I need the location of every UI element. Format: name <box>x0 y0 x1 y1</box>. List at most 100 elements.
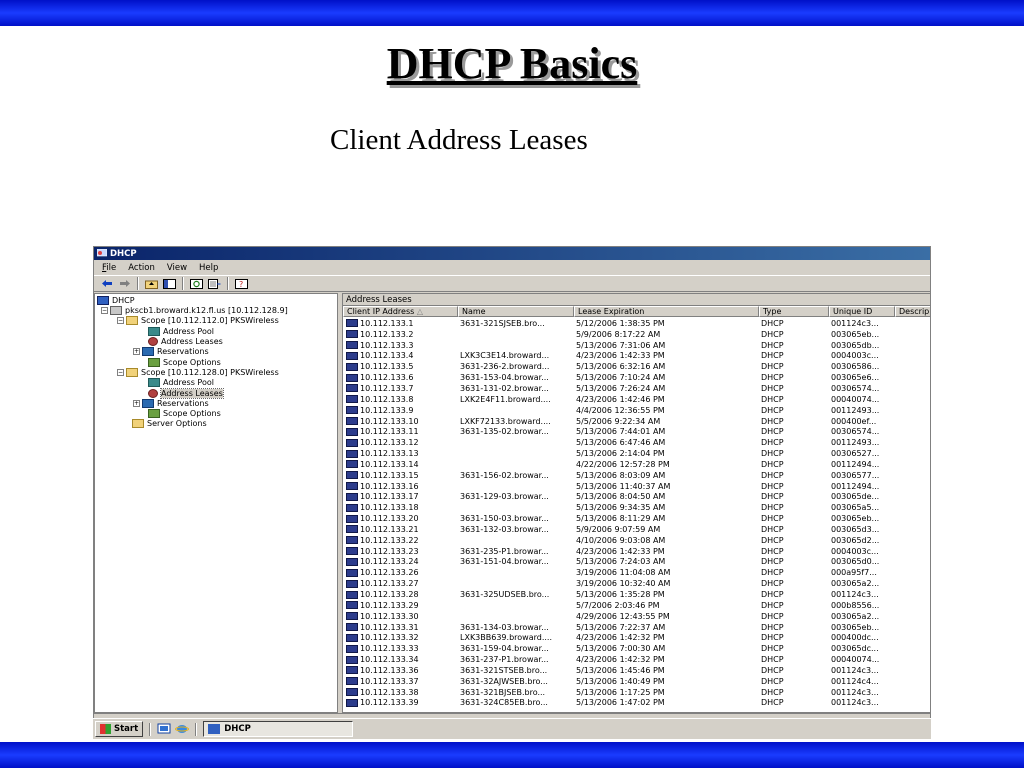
expand-toggle[interactable]: + <box>133 399 140 407</box>
lease-row[interactable]: 10.112.133.21 3631-132-03.browar... 5/9/20… <box>343 524 930 535</box>
lease-row[interactable]: 10.112.133.2 5/9/2006 8:17:22 AM DHCP 00306… <box>343 329 930 340</box>
lease-row[interactable]: 10.112.133.16 5/13/2006 11:40:37 AM DHCP 00… <box>343 481 930 492</box>
tree-item-server-options[interactable]: Server Options <box>132 419 207 429</box>
lease-row[interactable]: 10.112.133.30 4/29/2006 12:43:55 PM DHCP 00… <box>343 611 930 622</box>
tree-item-dhcp-root[interactable]: DHCP <box>97 295 135 305</box>
lease-row[interactable]: 10.112.133.10 LXKF72133.broward.... 5/5/20… <box>343 416 930 427</box>
show-desktop-icon[interactable] <box>157 723 171 735</box>
column-header-name[interactable]: Name <box>458 306 574 317</box>
lease-cell-ip: 10.112.133.28 <box>343 590 458 599</box>
lease-row[interactable]: 10.112.133.29 5/7/2006 2:03:46 PM DHCP 000b… <box>343 600 930 611</box>
menu-action[interactable]: Action <box>128 263 155 273</box>
menu-help[interactable]: Help <box>199 263 218 273</box>
lease-cell-ip: 10.112.133.14 <box>343 460 458 469</box>
lease-row[interactable]: 10.112.133.8 LXK2E4F11.broward.... 4/23/20… <box>343 394 930 405</box>
tree-item-scope-112[interactable]: − Scope [10.112.112.0] PKSWireless <box>117 316 279 326</box>
toolbar-separator <box>182 277 184 290</box>
lease-row[interactable]: 10.112.133.28 3631-325UDSEB.bro... 5/13/20… <box>343 589 930 600</box>
expand-toggle[interactable]: + <box>133 348 140 356</box>
lease-cell-text: 10.112.133.10 <box>360 416 419 426</box>
tree-item-server[interactable]: − pkscb1.broward.k12.fl.us [10.112.128.9… <box>101 305 288 315</box>
lease-row[interactable]: 10.112.133.36 3631-321STSEB.bro... 5/13/20… <box>343 665 930 676</box>
column-header-type[interactable]: Type <box>759 306 829 317</box>
lease-cell-expiration: 4/4/2006 12:36:55 PM <box>576 405 665 415</box>
tree-item-reservations[interactable]: + Reservations <box>133 398 209 408</box>
refresh-icon[interactable] <box>189 277 204 290</box>
lease-row[interactable]: 10.112.133.24 3631-151-04.browar... 5/13/2… <box>343 557 930 568</box>
up-folder-icon[interactable] <box>144 277 159 290</box>
lease-row[interactable]: 10.112.133.13 5/13/2006 2:14:04 PM DHCP 003… <box>343 448 930 459</box>
tree-item-scope-options[interactable]: Scope Options <box>148 409 221 419</box>
back-arrow-icon[interactable] <box>99 277 114 290</box>
lease-cell-type: DHCP <box>761 373 784 383</box>
lease-cell-expiration: 3/19/2006 10:32:40 AM <box>576 579 671 589</box>
lease-row[interactable]: 10.112.133.18 5/13/2006 9:34:35 AM DHCP 003… <box>343 502 930 513</box>
lease-cell-text: 10.112.133.31 <box>360 622 419 632</box>
computer-icon <box>346 514 358 523</box>
lease-row[interactable]: 10.112.133.22 4/10/2006 9:03:08 AM DHCP 003… <box>343 535 930 546</box>
help-icon[interactable]: ? <box>234 277 249 290</box>
lease-cell-unique-id: 003065a5... <box>831 503 880 513</box>
toolbar: ? <box>94 275 930 292</box>
lease-row[interactable]: 10.112.133.9 4/4/2006 12:36:55 PM DHCP 0011… <box>343 405 930 416</box>
collapse-toggle[interactable]: − <box>101 306 108 314</box>
lease-row[interactable]: 10.112.133.37 3631-32AJWSEB.bro... 5/13/20… <box>343 676 930 687</box>
lease-cell-unique-id: 00306577... <box>831 470 880 480</box>
lease-cell-unique-id: 003065a2... <box>831 579 880 589</box>
lease-row[interactable]: 10.112.133.38 3631-321BJSEB.bro... 5/13/20… <box>343 687 930 698</box>
lease-row[interactable]: 10.112.133.6 3631-153-04.browar... 5/13/20… <box>343 372 930 383</box>
tree-item-scope-128[interactable]: − Scope [10.112.128.0] PKSWireless <box>117 367 279 377</box>
lease-row[interactable]: 10.112.133.33 3631-159-04.browar... 5/13/2… <box>343 643 930 654</box>
forward-arrow-icon[interactable] <box>117 277 132 290</box>
lease-row[interactable]: 10.112.133.39 3631-324C85EB.bro... 5/13/20… <box>343 698 930 709</box>
lease-row[interactable]: 10.112.133.15 3631-156-02.browar... 5/13/2… <box>343 470 930 481</box>
tree-item-address-pool[interactable]: Address Pool <box>148 378 214 388</box>
lease-cell-expiration: 5/13/2006 1:47:02 PM <box>576 698 665 708</box>
lease-cell-ip: 10.112.133.16 <box>343 482 458 491</box>
show-hide-tree-icon[interactable] <box>162 277 177 290</box>
taskbar-button-dhcp[interactable]: DHCP <box>203 721 354 737</box>
lease-row[interactable]: 10.112.133.32 LXK3BB639.broward.... 4/23/2… <box>343 632 930 643</box>
computer-icon <box>346 427 358 436</box>
column-header-unique-id[interactable]: Unique ID <box>829 306 895 317</box>
lease-cell-text: 10.112.133.37 <box>360 676 419 686</box>
lease-row[interactable]: 10.112.133.14 4/22/2006 12:57:28 PM DHCP 00… <box>343 459 930 470</box>
lease-row[interactable]: 10.112.133.1 3631-321SJSEB.bro... 5/12/200… <box>343 318 930 329</box>
lease-row[interactable]: 10.112.133.27 3/19/2006 10:32:40 AM DHCP 00… <box>343 578 930 589</box>
tree-item-scope-options[interactable]: Scope Options <box>148 357 221 367</box>
lease-cell-text: 10.112.133.4 <box>360 351 414 361</box>
menu-file[interactable]: File <box>102 263 116 273</box>
lease-row[interactable]: 10.112.133.31 3631-134-03.browar... 5/13/2… <box>343 622 930 633</box>
collapse-toggle[interactable]: − <box>117 368 124 376</box>
lease-cell-expiration: 5/12/2006 1:38:35 PM <box>576 318 665 328</box>
lease-row[interactable]: 10.112.133.3 5/13/2006 7:31:06 AM DHCP 0030… <box>343 340 930 351</box>
lease-row[interactable]: 10.112.133.26 3/19/2006 11:04:08 AM DHCP 00… <box>343 567 930 578</box>
lease-cell-unique-id: 00040074... <box>831 655 880 665</box>
lease-row[interactable]: 10.112.133.12 5/13/2006 6:47:46 AM DHCP 001… <box>343 437 930 448</box>
tree-item-address-pool[interactable]: Address Pool <box>148 326 214 336</box>
lease-row[interactable]: 10.112.133.11 3631-135-02.browar... 5/13/2… <box>343 426 930 437</box>
column-header-description[interactable]: Descrip <box>895 306 930 317</box>
lease-row[interactable]: 10.112.133.20 3631-150-03.browar... 5/13/2… <box>343 513 930 524</box>
start-button[interactable]: Start <box>95 721 144 737</box>
lease-cell-ip: 10.112.133.12 <box>343 438 458 447</box>
window-titlebar[interactable]: DHCP <box>94 247 930 260</box>
lease-row[interactable]: 10.112.133.4 LXK3C3E14.broward... 4/23/200… <box>343 351 930 362</box>
lease-row[interactable]: 10.112.133.5 3631-236-2.broward... 5/13/20… <box>343 361 930 372</box>
tree-item-address-leases[interactable]: Address Leases <box>148 336 223 346</box>
computer-icon <box>346 579 358 588</box>
menu-view[interactable]: View <box>167 263 187 273</box>
lease-row[interactable]: 10.112.133.34 3631-237-P1.browar... 4/23/2… <box>343 654 930 665</box>
column-header-lease-expiration[interactable]: Lease Expiration <box>574 306 759 317</box>
collapse-toggle[interactable]: − <box>117 317 124 325</box>
lease-cell-type: DHCP <box>761 535 784 545</box>
lease-row[interactable]: 10.112.133.7 3631-131-02.browar... 5/13/20… <box>343 383 930 394</box>
export-list-icon[interactable] <box>207 277 222 290</box>
internet-explorer-icon[interactable] <box>175 723 190 735</box>
tree-item-reservations[interactable]: + Reservations <box>133 347 209 357</box>
tree-item-address-leases-selected[interactable]: Address Leases <box>148 387 224 399</box>
lease-cell-text: 10.112.133.15 <box>360 470 419 480</box>
lease-row[interactable]: 10.112.133.23 3631-235-P1.browar... 4/23/2… <box>343 546 930 557</box>
column-header-client-ip[interactable]: Client IP Address △ <box>343 306 458 317</box>
lease-row[interactable]: 10.112.133.17 3631-129-03.browar... 5/13/2… <box>343 492 930 503</box>
